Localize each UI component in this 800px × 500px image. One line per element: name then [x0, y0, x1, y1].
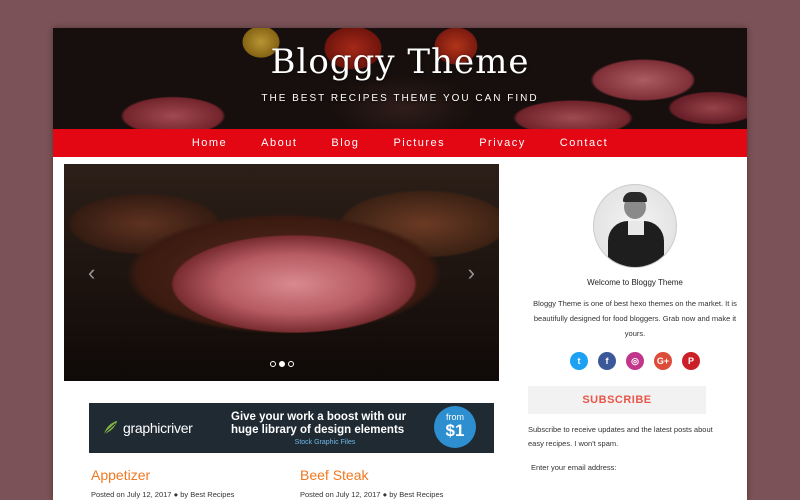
- avatar-hair: [623, 192, 647, 202]
- slider-dot[interactable]: [270, 361, 276, 367]
- graphicriver-leaf-icon: [103, 420, 118, 435]
- main-nav: Home About Blog Pictures Privacy Contact: [53, 129, 747, 157]
- site-header: Bloggy Theme THE BEST RECIPES THEME YOU …: [53, 28, 747, 129]
- slider-dot[interactable]: [288, 361, 294, 367]
- pinterest-icon[interactable]: P: [682, 352, 700, 370]
- twitter-icon[interactable]: t: [570, 352, 588, 370]
- instagram-icon[interactable]: ◎: [626, 352, 644, 370]
- post-author[interactable]: by Best Recipes: [389, 490, 443, 499]
- subscribe-title: SUBSCRIBE: [582, 394, 652, 406]
- nav-item-home[interactable]: Home: [175, 129, 244, 157]
- site-title[interactable]: Bloggy Theme: [53, 42, 747, 82]
- site-tagline: THE BEST RECIPES THEME YOU CAN FIND: [261, 93, 539, 104]
- facebook-icon[interactable]: f: [598, 352, 616, 370]
- avatar-shirt: [628, 221, 644, 235]
- nav-item-pictures[interactable]: Pictures: [376, 129, 462, 157]
- slider-prev-icon[interactable]: ‹: [88, 260, 95, 286]
- ad-logo: graphicriver: [89, 419, 229, 437]
- post-meta: Posted on July 12, 2017 ● by Best Recipe…: [91, 490, 234, 499]
- nav-item-blog[interactable]: Blog: [314, 129, 376, 157]
- ad-headline: Give your work a boost with our huge lib…: [231, 410, 407, 436]
- nav-item-privacy[interactable]: Privacy: [462, 129, 543, 157]
- post-date: Posted on July 12, 2017: [300, 490, 381, 499]
- social-links: t f ◎ G+ P: [523, 352, 747, 370]
- ad-copy: Give your work a boost with our huge lib…: [229, 411, 419, 446]
- subscribe-description: Subscribe to receive updates and the lat…: [528, 425, 713, 448]
- post-meta: Posted on July 12, 2017 ● by Best Recipe…: [300, 490, 443, 499]
- post-author[interactable]: by Best Recipes: [180, 490, 234, 499]
- welcome-heading: Welcome to Bloggy Theme: [587, 278, 683, 287]
- ad-badge-from: from: [446, 412, 464, 422]
- page-container: Bloggy Theme THE BEST RECIPES THEME YOU …: [53, 28, 747, 500]
- ad-banner[interactable]: graphicriver Give your work a boost with…: [89, 403, 494, 453]
- nav-item-about[interactable]: About: [244, 129, 314, 157]
- email-label: Enter your email address:: [531, 463, 617, 472]
- slider-dots: [270, 361, 294, 367]
- avatar: [593, 184, 677, 268]
- slider-dot-active[interactable]: [279, 361, 285, 367]
- nav-item-contact[interactable]: Contact: [543, 129, 625, 157]
- google-plus-icon[interactable]: G+: [654, 352, 672, 370]
- ad-brand: graphicriver: [123, 420, 193, 436]
- ad-subline: Stock Graphic Files: [294, 438, 356, 446]
- about-text: Bloggy Theme is one of best hexo themes …: [533, 299, 737, 338]
- sidebar: Welcome to Bloggy Theme Bloggy Theme is …: [523, 178, 747, 472]
- post-title[interactable]: Beef Steak: [300, 467, 443, 483]
- image-slider[interactable]: ‹ ›: [64, 164, 499, 381]
- ad-price-badge: from $1: [434, 406, 476, 448]
- user-icon: ●: [173, 490, 179, 499]
- slider-next-icon[interactable]: ›: [468, 260, 475, 286]
- post-date: Posted on July 12, 2017: [91, 490, 172, 499]
- user-icon: ●: [382, 490, 388, 499]
- post-card: Beef Steak Posted on July 12, 2017 ● by …: [300, 467, 443, 499]
- post-title[interactable]: Appetizer: [91, 467, 234, 483]
- post-card: Appetizer Posted on July 12, 2017 ● by B…: [91, 467, 234, 499]
- subscribe-box: SUBSCRIBE: [528, 386, 706, 414]
- ad-badge-price: $1: [445, 421, 465, 440]
